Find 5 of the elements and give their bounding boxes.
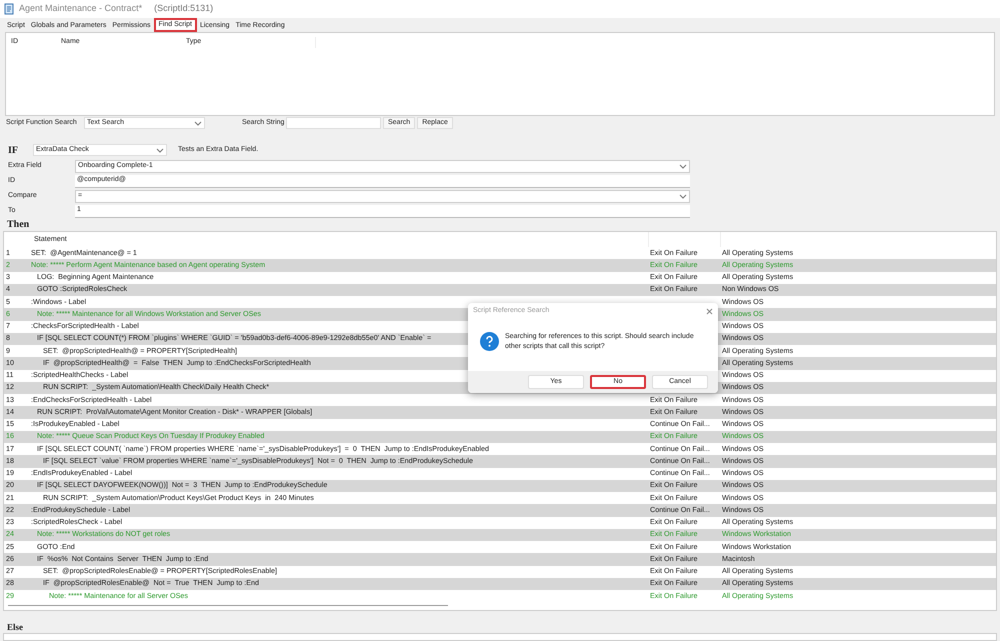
section-heading: IF [8, 144, 19, 158]
window-title: Agent Maintenance - Contract* [19, 2, 142, 16]
section-heading: Then [6, 218, 30, 231]
window-subtitle: (ScriptId:5131) [154, 2, 214, 16]
section-heading: Else [6, 621, 24, 633]
